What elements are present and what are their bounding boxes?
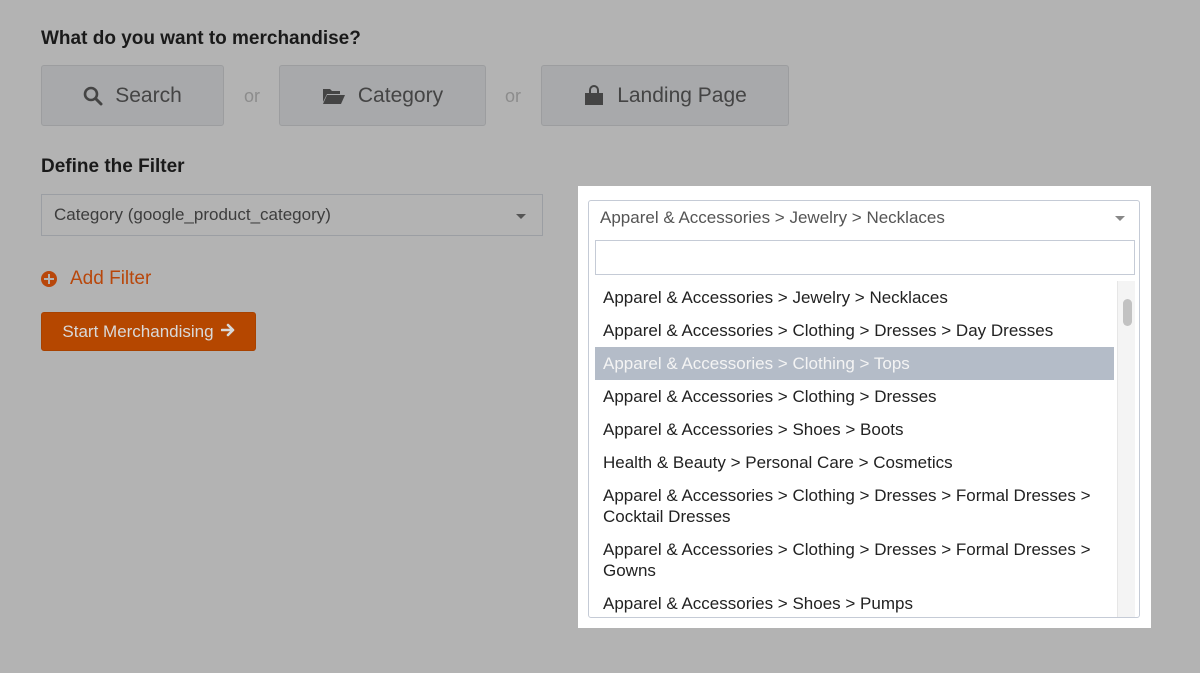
search-option-label: Search (115, 83, 182, 107)
category-value-select[interactable]: Apparel & Accessories > Jewelry > Neckla… (589, 201, 1139, 235)
start-merchandising-label: Start Merchandising (62, 321, 214, 341)
category-selected-value: Apparel & Accessories > Jewelry > Neckla… (600, 208, 945, 227)
filter-field-value: Category (google_product_category) (54, 205, 331, 224)
options-scrollbar[interactable] (1117, 281, 1135, 617)
category-value-panel: Apparel & Accessories > Jewelry > Neckla… (578, 186, 1151, 628)
landing-page-option-label: Landing Page (617, 83, 747, 107)
category-option[interactable]: Apparel & Accessories > Clothing > Dress… (595, 380, 1114, 413)
category-option[interactable]: Apparel & Accessories > Clothing > Dress… (595, 479, 1114, 533)
arrow-right-icon (220, 322, 235, 342)
filter-field-select[interactable]: Category (google_product_category) (41, 194, 543, 236)
category-value-dropdown: Apparel & Accessories > Jewelry > Neckla… (588, 200, 1140, 618)
plus-circle-icon (41, 271, 57, 287)
scrollbar-thumb[interactable] (1123, 299, 1132, 326)
category-option[interactable]: Apparel & Accessories > Clothing > Dress… (595, 533, 1114, 587)
merchandise-heading: What do you want to merchandise? (41, 28, 361, 49)
category-option[interactable]: Apparel & Accessories > Shoes > Boots (595, 413, 1114, 446)
start-merchandising-button[interactable]: Start Merchandising (41, 312, 256, 351)
category-option-button[interactable]: Category (279, 65, 486, 126)
category-option[interactable]: Health & Beauty > Personal Care > Cosmet… (595, 446, 1114, 479)
search-icon (83, 86, 103, 106)
merchandising-page: What do you want to merchandise? Search … (0, 0, 1200, 673)
folder-open-icon (322, 87, 346, 105)
filter-heading: Define the Filter (41, 156, 185, 177)
chevron-down-icon (516, 214, 526, 219)
or-separator: or (244, 86, 261, 106)
shopping-bag-icon (583, 84, 605, 107)
or-separator: or (505, 86, 522, 106)
category-option[interactable]: Apparel & Accessories > Shoes > Pumps (595, 587, 1114, 617)
category-option-highlighted[interactable]: Apparel & Accessories > Clothing > Tops (595, 347, 1114, 380)
add-filter-link[interactable]: Add Filter (41, 266, 151, 292)
add-filter-label: Add Filter (70, 268, 152, 289)
category-options-list: Apparel & Accessories > Jewelry > Neckla… (595, 281, 1114, 617)
chevron-down-icon (1115, 216, 1125, 221)
landing-page-option-button[interactable]: Landing Page (541, 65, 789, 126)
search-option-button[interactable]: Search (41, 65, 224, 126)
category-option-label: Category (357, 83, 444, 107)
category-option[interactable]: Apparel & Accessories > Clothing > Dress… (595, 314, 1114, 347)
category-search-input[interactable] (595, 240, 1135, 275)
category-option[interactable]: Apparel & Accessories > Jewelry > Neckla… (595, 281, 1114, 314)
